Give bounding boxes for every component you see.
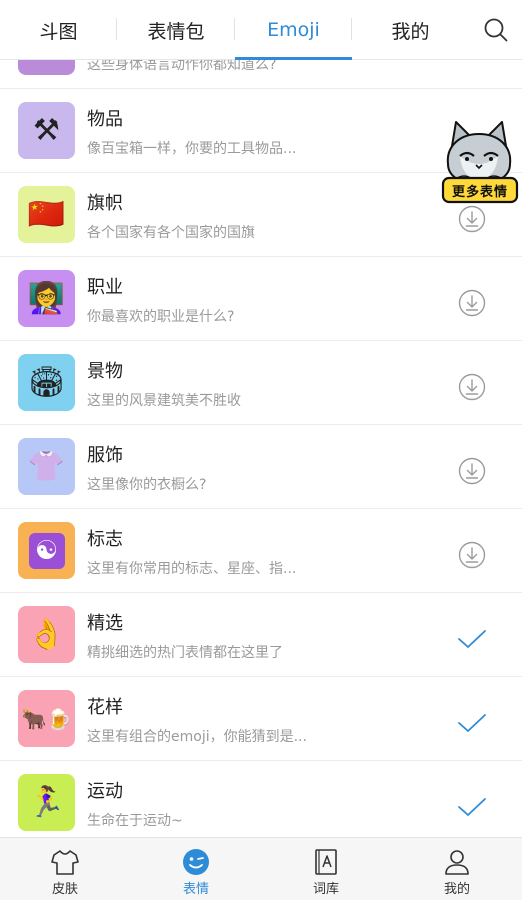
category-title: 精选 [87,613,123,634]
list-item[interactable]: 👩‍🏫 职业 你最喜欢的职业是什么? [0,257,522,341]
category-thumbnail: 🐂🍺 [18,690,75,747]
dictionary-icon [315,849,337,875]
installed-indicator [452,787,492,827]
flag-emoji-icon: 🇨🇳 [27,197,66,232]
checkmark-icon [458,714,486,732]
tab-label: 我的 [391,20,430,43]
download-icon [458,205,486,233]
category-thumbnail: 👚 [18,438,75,495]
nav-label: 我的 [443,882,470,897]
checkmark-icon [458,798,486,816]
category-description: 这里有组合的emoji，你能猜到是... [87,729,307,745]
smile-icon [183,849,209,875]
category-thumbnail: 🇨🇳 [18,186,75,243]
checkmark-icon [458,630,486,648]
nav-emoji[interactable]: 表情 [131,838,261,900]
category-description: 你最喜欢的职业是什么? [87,309,235,325]
category-title: 旗帜 [87,193,123,214]
tab-label: 斗图 [39,20,78,43]
category-title: 运动 [87,781,123,802]
category-description: 这些身体语言动作你都知道么? [87,60,277,73]
category-title: 景物 [87,361,123,382]
yin-yang-emoji-icon: ☯ [28,532,65,569]
blouse-emoji-icon: 👚 [27,449,66,484]
download-icon [458,541,486,569]
ox-beer-emoji-icon: 🐂🍺 [21,706,72,731]
category-thumbnail: 🏃‍♀️ [18,774,75,831]
category-thumbnail [18,60,75,75]
category-thumbnail: 👌 [18,606,75,663]
category-thumbnail: 👩‍🏫 [18,270,75,327]
nav-dictionary[interactable]: 词库 [261,838,391,900]
category-title: 职业 [87,277,123,298]
more-stickers-mascot-button[interactable]: 更多表情 [440,116,520,208]
installed-indicator [452,703,492,743]
category-title: 花样 [87,697,123,718]
list-item[interactable]: 👚 服饰 这里像你的衣橱么? [0,425,522,509]
list-item[interactable]: 👌 精选 精挑细选的热门表情都在这里了 [0,593,522,677]
download-button[interactable] [452,535,492,575]
list-item[interactable]: 这些身体语言动作你都知道么? [0,60,522,89]
category-description: 精挑细选的热门表情都在这里了 [87,645,283,661]
nav-label: 词库 [312,882,339,897]
list-item[interactable]: 🏃‍♀️ 运动 生命在于运动~ [0,761,522,837]
nav-label: 皮肤 [51,882,78,897]
download-icon [458,289,486,317]
category-thumbnail: 🏟 [18,354,75,411]
list-item[interactable]: 🏟 景物 这里的风景建筑美不胜收 [0,341,522,425]
tools-emoji-icon: ⚒ [33,113,60,148]
stadium-emoji-icon: 🏟 [27,365,66,400]
bottom-navigation: 皮肤 表情 词库 我的 [0,837,522,900]
download-button[interactable] [452,451,492,491]
tab-label: Emoji [267,19,320,41]
tab-label: 表情包 [147,20,205,43]
list-item[interactable]: 🐂🍺 花样 这里有组合的emoji，你能猜到是... [0,677,522,761]
category-description: 像百宝箱一样，你要的工具物品... [87,141,297,157]
runner-emoji-icon: 🏃‍♀️ [27,785,66,820]
tab-mine[interactable]: 我的 [352,0,469,60]
category-title: 服饰 [87,445,123,466]
category-title: 物品 [87,109,123,130]
category-description: 这里的风景建筑美不胜收 [87,393,241,409]
search-button[interactable] [470,0,522,60]
nav-mine[interactable]: 我的 [392,838,522,900]
category-description: 各个国家有各个国家的国旗 [87,225,255,241]
tab-doutu[interactable]: 斗图 [0,0,117,60]
tab-biaoqingbao[interactable]: 表情包 [117,0,235,60]
download-button[interactable] [452,367,492,407]
category-title: 标志 [87,529,123,550]
more-stickers-label: 更多表情 [451,184,508,200]
nav-label: 表情 [182,882,209,897]
search-icon [484,18,508,42]
download-icon [458,457,486,485]
teacher-emoji-icon: 👩‍🏫 [27,281,66,316]
category-description: 生命在于运动~ [87,813,183,829]
list-item[interactable]: ☯ 标志 这里有你常用的标志、星座、指... [0,509,522,593]
download-button[interactable] [452,283,492,323]
category-thumbnail: ☯ [18,522,75,579]
ok-hand-emoji-icon: 👌 [27,617,66,652]
shirt-icon [51,850,79,875]
nav-skin[interactable]: 皮肤 [0,838,130,900]
tab-emoji[interactable]: Emoji [235,0,352,60]
category-thumbnail: ⚒ [18,102,75,159]
top-tab-bar: 斗图 表情包 Emoji 我的 [0,0,522,60]
installed-indicator [452,619,492,659]
download-icon [458,373,486,401]
category-description: 这里像你的衣橱么? [87,477,207,493]
user-icon [445,850,469,875]
category-description: 这里有你常用的标志、星座、指... [87,561,297,577]
